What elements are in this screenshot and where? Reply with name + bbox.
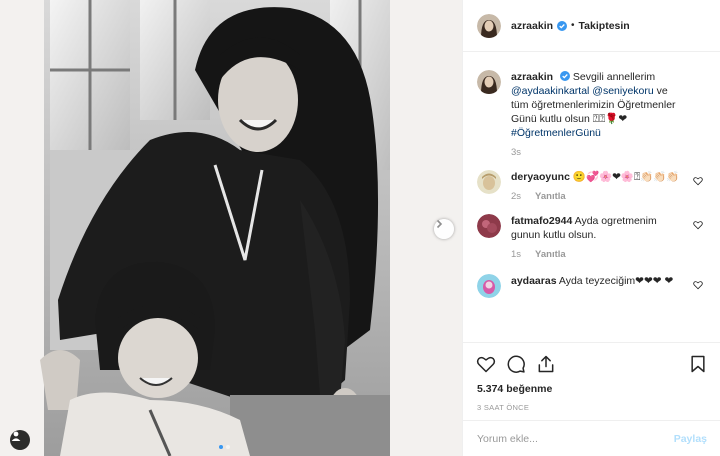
comment-text: Ayda teyzeciğim❤❤❤ ❤ <box>558 275 674 287</box>
hashtag-link[interactable]: #ÖğretmenlerGünü <box>511 127 601 139</box>
comment-time[interactable]: 1s <box>511 248 521 262</box>
like-count[interactable]: 5.374 beğenme <box>475 383 709 395</box>
mention-link[interactable]: @aydaakinkartal <box>511 85 589 97</box>
comment-icon[interactable] <box>505 353 527 375</box>
comment-item: aydaaras Ayda teyzeciğim❤❤❤ ❤ <box>477 274 707 298</box>
separator-dot: • <box>571 20 575 31</box>
verified-icon <box>559 71 570 81</box>
comment-body: fatmafo2944 Ayda ogretmenim gunun kutlu … <box>511 214 707 262</box>
like-comment-heart-icon[interactable] <box>693 220 703 233</box>
avatar[interactable] <box>477 274 501 298</box>
comment-username[interactable]: deryaoyunc <box>511 171 570 183</box>
comment-item: deryaoyunc 🙂💞🌸❤🌸⍰👏🏻👏🏻👏🏻 2s Yanıtla <box>477 170 707 204</box>
caption-body: azraakin Sevgili annellerim @aydaakinkar… <box>511 70 707 160</box>
post-comment-button[interactable]: Paylaş <box>674 433 707 445</box>
comment-item: fatmafo2944 Ayda ogretmenim gunun kutlu … <box>477 214 707 262</box>
avatar[interactable] <box>477 70 501 94</box>
comment-form: Paylaş <box>463 420 720 456</box>
avatar[interactable] <box>477 13 501 38</box>
caption-emoji: ⍰⍰🌹❤ <box>592 113 628 125</box>
reply-button[interactable]: Yanıtla <box>535 248 566 262</box>
comment-body: aydaaras Ayda teyzeciğim❤❤❤ ❤ <box>511 274 707 298</box>
photo-image <box>0 0 462 456</box>
post-photo[interactable] <box>0 0 462 456</box>
avatar[interactable] <box>477 170 501 194</box>
caption-username[interactable]: azraakin <box>511 71 553 83</box>
comment-username[interactable]: fatmafo2944 <box>511 215 572 227</box>
share-icon[interactable] <box>535 353 557 375</box>
follow-status[interactable]: Takiptesin <box>579 20 630 32</box>
next-photo-button[interactable] <box>434 219 454 239</box>
verified-icon <box>557 20 568 31</box>
comment-meta: 2s Yanıtla <box>511 190 685 204</box>
comment-body: deryaoyunc 🙂💞🌸❤🌸⍰👏🏻👏🏻👏🏻 2s Yanıtla <box>511 170 707 204</box>
comment-time[interactable]: 2s <box>511 190 521 204</box>
comments-list[interactable]: azraakin Sevgili annellerim @aydaakinkar… <box>463 60 720 342</box>
header-username[interactable]: azraakin <box>511 20 553 32</box>
mention-link[interactable]: @seniyekoru <box>592 85 653 97</box>
like-comment-heart-icon[interactable] <box>693 280 703 293</box>
comment-input[interactable] <box>477 432 674 445</box>
carousel-indicator <box>219 445 230 449</box>
comment-text: 🙂💞🌸❤🌸⍰👏🏻👏🏻👏🏻 <box>572 171 680 183</box>
carousel-dot <box>226 445 230 449</box>
post-header: azraakin • Takiptesin <box>463 0 720 52</box>
avatar[interactable] <box>477 214 501 238</box>
post-sidebar: azraakin • Takiptesin azraakin Sevgili a… <box>462 0 720 456</box>
carousel-dot <box>219 445 223 449</box>
like-comment-heart-icon[interactable] <box>693 176 703 189</box>
heart-icon[interactable] <box>475 353 497 375</box>
action-icons <box>475 353 709 375</box>
caption-text: Sevgili annellerim <box>572 71 656 83</box>
comment-meta: 1s Yanıtla <box>511 248 685 262</box>
bookmark-icon[interactable] <box>687 353 709 375</box>
post-actions: 5.374 beğenme 3 SAAT ÖNCE <box>463 342 720 412</box>
comment-username[interactable]: aydaaras <box>511 275 557 287</box>
caption: azraakin Sevgili annellerim @aydaakinkar… <box>477 70 707 160</box>
comment-meta: 3s <box>511 146 685 160</box>
post-time[interactable]: 3 SAAT ÖNCE <box>475 403 709 412</box>
reply-button[interactable]: Yanıtla <box>535 190 566 204</box>
tagged-users-button[interactable] <box>10 430 30 450</box>
comment-time[interactable]: 3s <box>511 146 521 160</box>
